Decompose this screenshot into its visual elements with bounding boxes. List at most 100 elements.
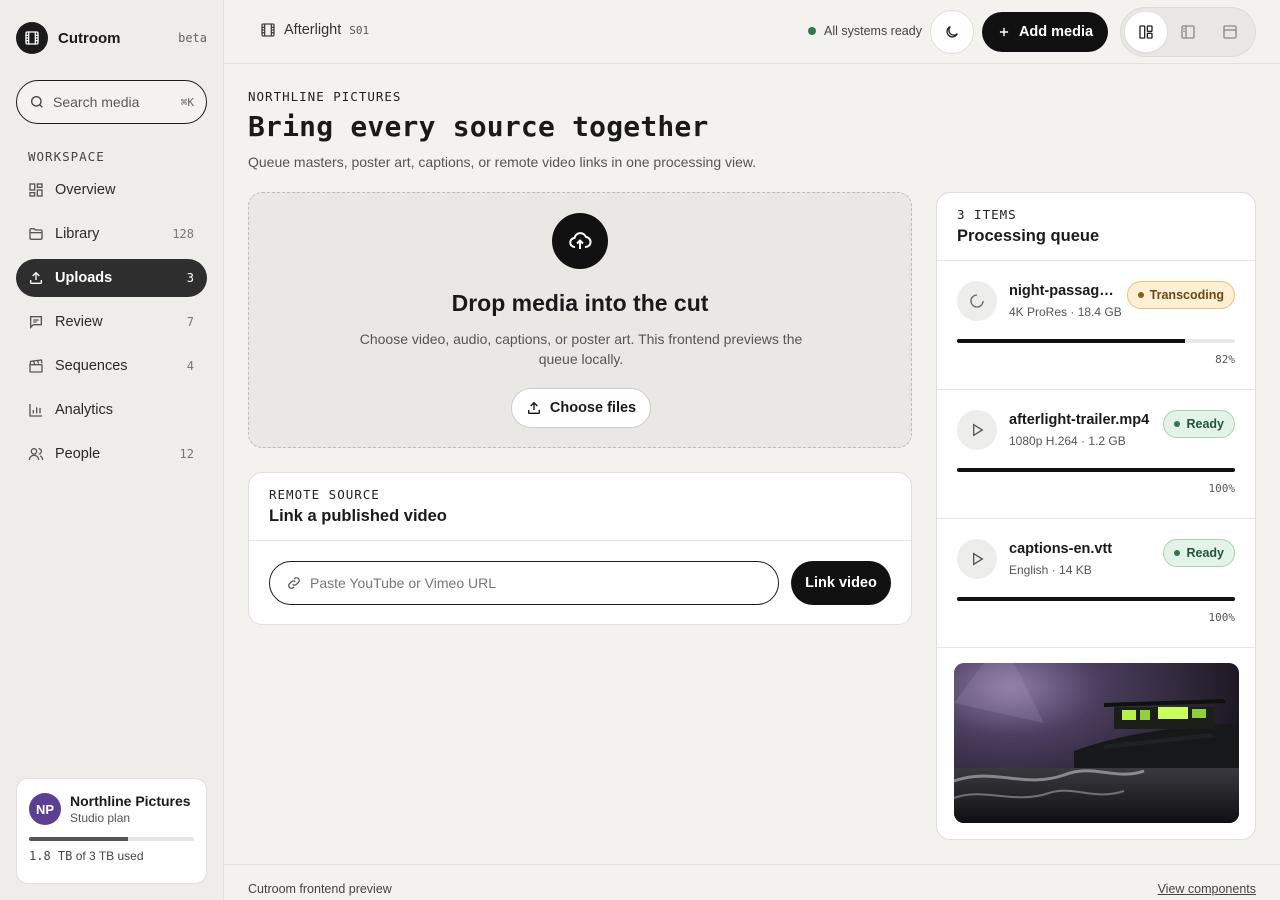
poster-image — [954, 663, 1239, 823]
season-code: S01 — [349, 23, 370, 37]
queue-item-name: night-passage_master.mov — [1009, 283, 1119, 299]
status-badge-label: Transcoding — [1149, 288, 1224, 302]
status-badge-label: Ready — [1186, 417, 1224, 431]
users-icon — [28, 446, 44, 462]
add-media-label: Add media — [1018, 24, 1094, 40]
sidebar-item-overview[interactable]: Overview — [16, 171, 207, 209]
layout-split-icon — [1138, 24, 1154, 40]
top-bar: Afterlight S01 All systems ready Add med… — [224, 0, 1280, 64]
footer: Cutroom frontend preview View components — [224, 864, 1280, 900]
link-video-button[interactable]: Link video — [791, 561, 891, 605]
layout-sidebar-button[interactable] — [1167, 12, 1209, 52]
choose-files-label: Choose files — [549, 400, 637, 416]
progress-percent: 100% — [1208, 611, 1236, 624]
queue-item-meta: 1080p H.264 · 1.2 GB — [1009, 434, 1126, 448]
sidebar-item-review[interactable]: Review 7 — [16, 303, 207, 341]
status-badge: Ready — [1163, 539, 1235, 567]
film-icon — [260, 22, 276, 38]
layout-window-button[interactable] — [1209, 12, 1251, 52]
breadcrumb[interactable]: Afterlight S01 — [260, 22, 369, 38]
status-badge: Ready — [1163, 410, 1235, 438]
progress-bar — [957, 468, 1235, 472]
search-shortcut: ⌘K — [180, 95, 194, 109]
sidebar-item-people[interactable]: People 12 — [16, 435, 207, 473]
play-icon[interactable] — [957, 410, 997, 450]
cloud-upload-icon — [552, 213, 608, 269]
theme-toggle-button[interactable] — [930, 10, 974, 54]
progress-fill — [957, 468, 1235, 472]
queue-item[interactable]: night-passage_master.mov 4K ProRes · 18.… — [937, 261, 1255, 390]
layout-split-button[interactable] — [1125, 12, 1167, 52]
sidebar-item-label: Analytics — [55, 402, 114, 418]
storage-bar — [29, 837, 194, 841]
play-icon[interactable] — [957, 539, 997, 579]
link-icon — [286, 575, 302, 591]
video-url-input[interactable] — [310, 575, 750, 591]
dropzone-description: Choose video, audio, captions, or poster… — [359, 331, 803, 367]
sidebar-item-uploads[interactable]: Uploads 3 — [16, 259, 207, 297]
queue-item[interactable]: captions-en.vtt English · 14 KB Ready 10… — [937, 519, 1255, 648]
status-badge-label: Ready — [1186, 546, 1224, 560]
badge-dot — [1174, 421, 1181, 427]
layout-window-icon — [1222, 24, 1238, 40]
remote-source-card: REMOTE SOURCE Link a published video Lin… — [248, 472, 912, 625]
footer-note: Cutroom frontend preview — [248, 882, 392, 896]
queue-item[interactable]: afterlight-trailer.mp4 1080p H.264 · 1.2… — [937, 390, 1255, 519]
queue-count: 3 ITEMS — [957, 207, 1017, 222]
project-name: Afterlight — [284, 22, 342, 38]
brand-name: Cutroom — [58, 29, 121, 47]
upload-dropzone[interactable]: Drop media into the cut Choose video, au… — [248, 192, 912, 448]
sidebar-item-count: 7 — [186, 315, 194, 329]
film-logo-icon — [16, 22, 48, 54]
queue-item-name: captions-en.vtt — [1009, 541, 1113, 557]
sidebar-item-label: Overview — [55, 182, 116, 198]
storage-fill — [29, 837, 128, 841]
search-input[interactable]: Search media ⌘K — [16, 80, 207, 124]
dropzone-title: Drop media into the cut — [451, 290, 709, 316]
progress-fill — [957, 597, 1235, 601]
progress-bar — [957, 339, 1235, 343]
search-placeholder: Search media — [53, 94, 140, 110]
account-card[interactable]: NP Northline Pictures Studio plan 1.8 TB… — [16, 778, 207, 884]
sidebar-item-library[interactable]: Library 128 — [16, 215, 207, 253]
account-plan: Studio plan — [70, 811, 131, 825]
sidebar-item-sequences[interactable]: Sequences 4 — [16, 347, 207, 385]
status-badge: Transcoding — [1126, 281, 1235, 309]
queue-item-name: afterlight-trailer.mp4 — [1009, 412, 1150, 428]
layout-toggle — [1120, 7, 1256, 57]
upload-icon — [526, 400, 542, 416]
sidebar-item-count: 4 — [186, 359, 194, 373]
status-text: All systems ready — [824, 24, 922, 38]
choose-files-button[interactable]: Choose files — [511, 388, 651, 428]
sidebar: Cutroom beta Search media ⌘K WORKSPACE O… — [0, 0, 224, 900]
sidebar-item-label: Uploads — [55, 270, 113, 286]
page-subtitle: Queue masters, poster art, captions, or … — [248, 154, 757, 170]
storage-used: 1.8 TB — [29, 849, 73, 863]
sidebar-item-count: 12 — [179, 447, 194, 461]
sidebar-item-label: Library — [55, 226, 100, 242]
bar-chart-icon — [28, 402, 44, 418]
brand[interactable]: Cutroom beta — [16, 22, 207, 54]
queue-item-meta: English · 14 KB — [1009, 563, 1092, 577]
sidebar-item-label: People — [55, 446, 101, 462]
beta-badge: beta — [178, 31, 207, 45]
sidebar-item-label: Review — [55, 314, 103, 330]
sidebar-item-analytics[interactable]: Analytics — [16, 391, 207, 429]
view-components-link[interactable]: View components — [1158, 882, 1256, 896]
search-icon — [29, 94, 45, 110]
avatar: NP — [29, 793, 61, 825]
queue-title: Processing queue — [957, 227, 1100, 245]
spinner-icon — [957, 281, 997, 321]
badge-dot — [1174, 550, 1181, 556]
upload-icon — [28, 270, 44, 286]
remote-title: Link a published video — [269, 507, 447, 525]
sidebar-item-count: 128 — [172, 227, 194, 241]
progress-fill — [957, 339, 1185, 343]
progress-percent: 100% — [1208, 482, 1236, 495]
system-status: All systems ready — [808, 24, 922, 38]
sidebar-item-label: Sequences — [55, 358, 128, 374]
video-url-field[interactable] — [269, 561, 779, 605]
progress-bar — [957, 597, 1235, 601]
add-media-button[interactable]: Add media — [982, 12, 1108, 52]
sidebar-nav: Overview Library 128 Uploads 3 Review 7 … — [16, 171, 207, 479]
